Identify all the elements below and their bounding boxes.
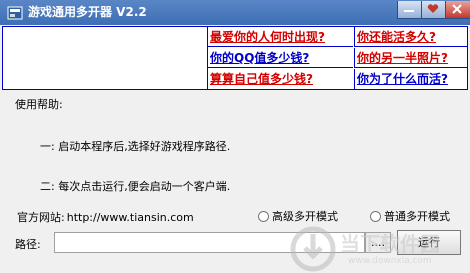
mode-advanced-radio[interactable]: 高级多开模式 [258, 208, 338, 224]
path-label: 路径: [15, 238, 41, 251]
ad-link[interactable]: 你还能活多久? [354, 27, 468, 47]
app-icon [7, 6, 23, 20]
website-label: 官方网站: [17, 211, 65, 224]
watermark-text: 当下软件园 [340, 232, 440, 256]
ad-blank-area [3, 27, 207, 89]
window-title: 游戏通用多开器 V2.2 [28, 5, 147, 19]
help-title: 使用帮助: [15, 98, 63, 111]
ad-link[interactable]: 你的QQ值多少钱? [208, 48, 353, 68]
ad-link[interactable]: 算算自己值多少钱? [208, 69, 353, 89]
ad-link[interactable]: 你为了什么而活? [354, 69, 468, 89]
ad-link[interactable]: 你的另一半照片? [354, 48, 468, 68]
radio-circle[interactable] [370, 210, 381, 222]
ad-links-grid: 最爱你的人何时出现? 你还能活多久? 你的QQ值多少钱? 你的另一半照片? 算算… [207, 27, 468, 89]
help-step-2: 二: 每次点击运行,便会启动一个客户端. [40, 180, 231, 193]
minimize-icon [404, 10, 414, 12]
watermark-logo-icon [290, 226, 336, 272]
minimize-button[interactable] [397, 1, 422, 19]
mode-advanced-label: 高级多开模式 [272, 210, 338, 223]
ad-link[interactable]: 最爱你的人何时出现? [208, 27, 353, 47]
watermark-subtext: www.downxia.com [348, 256, 432, 266]
heart-icon [427, 4, 439, 14]
website-row: 官方网站: http://www.tiansin.com [15, 209, 194, 225]
main-window: 游戏通用多开器 V2.2 最爱你的人何时出现? 你还能活多久? 你的QQ值多少钱… [0, 0, 470, 273]
watermark: 当下软件园 www.downxia.com [290, 226, 470, 273]
radio-circle[interactable] [258, 210, 269, 222]
close-button[interactable] [445, 1, 470, 19]
title-bar[interactable]: 游戏通用多开器 V2.2 [0, 0, 470, 25]
website-link[interactable]: http://www.tiansin.com [67, 211, 194, 224]
help-step-1: 一: 启动本程序后,选择好游戏程序路径. [40, 140, 231, 153]
mode-normal-label: 普通多开模式 [384, 210, 450, 223]
mode-normal-radio[interactable]: 普通多开模式 [370, 208, 450, 224]
favorite-button[interactable] [421, 1, 446, 19]
ad-panel: 最爱你的人何时出现? 你还能活多久? 你的QQ值多少钱? 你的另一半照片? 算算… [2, 26, 468, 90]
close-icon [452, 4, 462, 14]
